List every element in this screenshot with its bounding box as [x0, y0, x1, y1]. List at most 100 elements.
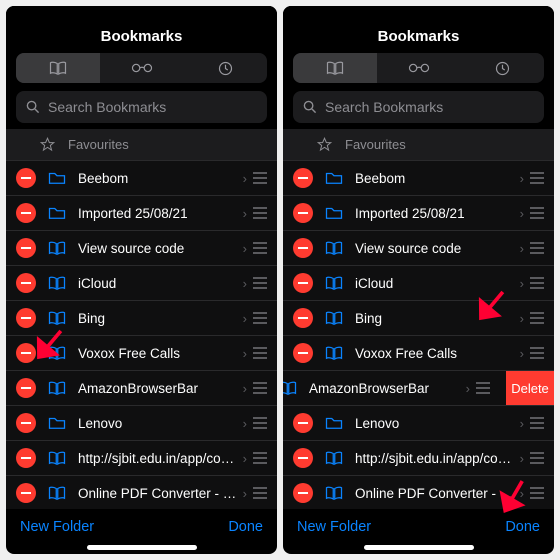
bookmark-label: iCloud — [78, 276, 237, 291]
delete-minus-button[interactable] — [16, 168, 36, 188]
delete-minus-button[interactable] — [293, 483, 313, 503]
bookmark-label: Online PDF Converter - Crea... — [78, 486, 237, 501]
reorder-handle[interactable] — [253, 347, 277, 359]
reorder-handle[interactable] — [253, 312, 277, 324]
bookmark-row[interactable]: http://sjbit.edu.in/app/cours...› — [283, 441, 554, 476]
bookmark-label: Beebom — [78, 171, 237, 186]
bookmark-row[interactable]: View source code› — [283, 231, 554, 266]
delete-minus-button[interactable] — [293, 448, 313, 468]
bookmark-row[interactable]: Lenovo› — [283, 406, 554, 441]
bookmark-row[interactable]: Bing› — [283, 301, 554, 336]
reorder-handle[interactable] — [530, 487, 554, 499]
bookmark-row[interactable]: Voxox Free Calls› — [283, 336, 554, 371]
bookmark-label: Imported 25/08/21 — [355, 206, 514, 221]
new-folder-button[interactable]: New Folder — [297, 519, 371, 535]
reorder-handle[interactable] — [530, 417, 554, 429]
delete-minus-button[interactable] — [293, 308, 313, 328]
bookmark-list: Favourites Beebom›Imported 25/08/21›View… — [283, 129, 554, 509]
book-icon — [46, 451, 68, 465]
folder-icon — [46, 206, 68, 220]
tab-segment — [293, 53, 544, 83]
delete-minus-button[interactable] — [16, 238, 36, 258]
delete-minus-button[interactable] — [16, 378, 36, 398]
page-title: Bookmarks — [6, 24, 277, 53]
chevron-right-icon: › — [514, 276, 530, 291]
bookmark-row[interactable]: iCloud› — [6, 266, 277, 301]
tab-bookmarks[interactable] — [293, 53, 377, 83]
delete-minus-button[interactable] — [293, 238, 313, 258]
delete-minus-button[interactable] — [293, 413, 313, 433]
delete-minus-button[interactable] — [16, 308, 36, 328]
tab-reading-list[interactable] — [100, 53, 184, 83]
delete-minus-button[interactable] — [16, 273, 36, 293]
reorder-handle[interactable] — [253, 207, 277, 219]
bookmark-row[interactable]: Imported 25/08/21› — [283, 196, 554, 231]
reorder-handle[interactable] — [253, 242, 277, 254]
reorder-handle[interactable] — [530, 452, 554, 464]
tab-bookmarks[interactable] — [16, 53, 100, 83]
bookmark-label: http://sjbit.edu.in/app/cours... — [78, 451, 237, 466]
bookmark-row[interactable]: AmazonBrowserBar›Delete — [283, 371, 554, 406]
tab-segment — [16, 53, 267, 83]
bookmark-row[interactable]: iCloud› — [283, 266, 554, 301]
delete-minus-button[interactable] — [293, 273, 313, 293]
book-icon — [49, 61, 67, 75]
reorder-handle[interactable] — [530, 312, 554, 324]
reorder-handle[interactable] — [253, 452, 277, 464]
favourites-row[interactable]: Favourites — [283, 129, 554, 161]
reorder-handle[interactable] — [476, 382, 500, 394]
favourites-label: Favourites — [68, 137, 277, 152]
reorder-handle[interactable] — [253, 172, 277, 184]
reorder-handle[interactable] — [253, 417, 277, 429]
reorder-handle[interactable] — [530, 207, 554, 219]
delete-minus-button[interactable] — [16, 448, 36, 468]
reorder-handle[interactable] — [530, 242, 554, 254]
bookmark-row[interactable]: Voxox Free Calls› — [6, 336, 277, 371]
delete-button[interactable]: Delete — [506, 371, 554, 405]
chevron-right-icon: › — [237, 171, 253, 186]
chevron-right-icon: › — [460, 381, 476, 396]
favourites-row[interactable]: Favourites — [6, 129, 277, 161]
search-placeholder: Search Bookmarks — [325, 99, 443, 115]
chevron-right-icon: › — [237, 486, 253, 501]
bookmark-row[interactable]: AmazonBrowserBar› — [6, 371, 277, 406]
delete-minus-button[interactable] — [293, 343, 313, 363]
reorder-handle[interactable] — [253, 382, 277, 394]
done-button[interactable]: Done — [505, 519, 540, 535]
bookmark-row[interactable]: Online PDF Converter - Crea...› — [283, 476, 554, 509]
reorder-handle[interactable] — [530, 172, 554, 184]
delete-minus-button[interactable] — [16, 413, 36, 433]
new-folder-button[interactable]: New Folder — [20, 519, 94, 535]
bookmark-row[interactable]: Online PDF Converter - Crea...› — [6, 476, 277, 509]
clock-icon — [218, 61, 233, 76]
bookmark-row[interactable]: Lenovo› — [6, 406, 277, 441]
tab-history[interactable] — [183, 53, 267, 83]
delete-minus-button[interactable] — [16, 203, 36, 223]
bookmark-label: iCloud — [355, 276, 514, 291]
chevron-right-icon: › — [237, 241, 253, 256]
bookmark-row[interactable]: Bing› — [6, 301, 277, 336]
search-input[interactable]: Search Bookmarks — [16, 91, 267, 123]
bookmark-row[interactable]: Beebom› — [283, 161, 554, 196]
reorder-handle[interactable] — [253, 487, 277, 499]
done-button[interactable]: Done — [228, 519, 263, 535]
delete-minus-button[interactable] — [16, 483, 36, 503]
reorder-handle[interactable] — [530, 277, 554, 289]
bookmark-label: Voxox Free Calls — [355, 346, 514, 361]
delete-minus-button[interactable] — [293, 168, 313, 188]
reorder-handle[interactable] — [253, 277, 277, 289]
delete-minus-button[interactable] — [293, 203, 313, 223]
chevron-right-icon: › — [514, 346, 530, 361]
bookmark-row[interactable]: View source code› — [6, 231, 277, 266]
status-bar — [6, 6, 277, 24]
book-icon — [46, 381, 68, 395]
delete-minus-button[interactable] — [16, 343, 36, 363]
page-title: Bookmarks — [283, 24, 554, 53]
tab-reading-list[interactable] — [377, 53, 461, 83]
search-input[interactable]: Search Bookmarks — [293, 91, 544, 123]
bookmark-row[interactable]: Beebom› — [6, 161, 277, 196]
bookmark-row[interactable]: http://sjbit.edu.in/app/cours...› — [6, 441, 277, 476]
tab-history[interactable] — [460, 53, 544, 83]
reorder-handle[interactable] — [530, 347, 554, 359]
bookmark-row[interactable]: Imported 25/08/21› — [6, 196, 277, 231]
